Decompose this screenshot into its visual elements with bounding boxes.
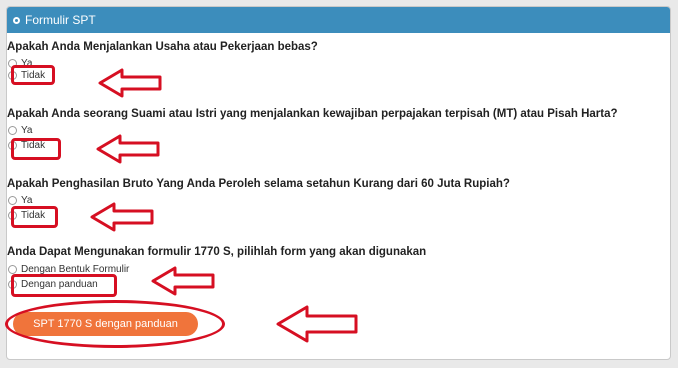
- question-usaha: Apakah Anda Menjalankan Usaha atau Peker…: [7, 41, 318, 53]
- panel-title: Formulir SPT: [25, 13, 96, 27]
- radio-q4-bentuk[interactable]: [8, 265, 17, 274]
- highlight-ellipse: [5, 300, 225, 348]
- option-q3-ya[interactable]: Ya: [8, 195, 33, 206]
- question-penghasilan: Apakah Penghasilan Bruto Yang Anda Perol…: [7, 178, 510, 190]
- left-arrow-icon: [98, 68, 162, 98]
- question-formulir: Anda Dapat Mengunakan formulir 1770 S, p…: [7, 246, 427, 258]
- left-arrow-icon: [151, 266, 215, 296]
- option-label: Ya: [21, 195, 33, 206]
- highlight-box: [11, 274, 117, 297]
- highlight-box: [11, 65, 55, 85]
- left-arrow-icon: [90, 202, 154, 232]
- panel-header: Formulir SPT: [7, 7, 670, 33]
- left-arrow-icon: [96, 134, 160, 164]
- highlight-box: [11, 206, 58, 228]
- circle-info-icon: [13, 16, 20, 24]
- question-suami-istri: Apakah Anda seorang Suami atau Istri yan…: [7, 108, 618, 120]
- highlight-box: [11, 138, 61, 160]
- radio-q3-ya[interactable]: [8, 196, 17, 205]
- option-q2-ya[interactable]: Ya: [8, 125, 33, 136]
- option-label: Ya: [21, 125, 33, 136]
- left-arrow-icon: [276, 305, 358, 343]
- radio-q2-ya[interactable]: [8, 126, 17, 135]
